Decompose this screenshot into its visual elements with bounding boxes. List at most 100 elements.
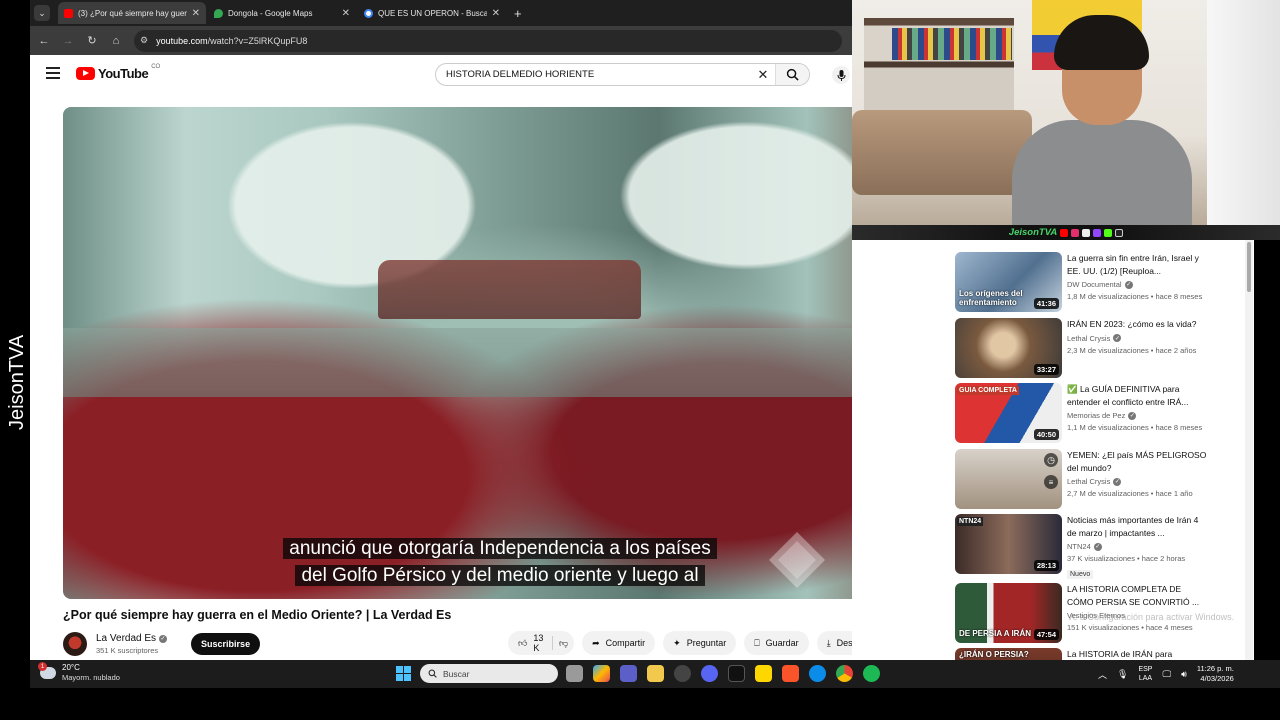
tab-title: QUE ES UN OPERON - Buscar con: [378, 8, 487, 18]
recommendation-channel-row: Memorias de Pez ✓: [1067, 411, 1207, 420]
spotify-icon[interactable]: [863, 665, 880, 682]
like-count[interactable]: 13 K: [533, 633, 546, 653]
recommendation-channel-row: Lethal Crysis ✓: [1067, 477, 1207, 486]
ask-button[interactable]: ✦ Preguntar: [663, 631, 737, 655]
recommendation-item[interactable]: 33:27 IRÁN EN 2023: ¿cómo es la vida? Le…: [955, 318, 1245, 378]
recommendation-item[interactable]: NTN24 28:13 Noticias más importantes de …: [955, 514, 1245, 579]
copilot-icon[interactable]: [593, 665, 610, 682]
tab-search-icon[interactable]: ⌄: [34, 5, 50, 21]
clear-search-icon[interactable]: ✕: [751, 67, 775, 83]
volume-icon[interactable]: 🔊︎: [1181, 669, 1187, 680]
new-tab-icon[interactable]: +: [514, 6, 522, 21]
video-player[interactable]: anunció que otorgaría Independencia a lo…: [63, 107, 852, 599]
microphone-icon[interactable]: 🎙︎: [1117, 669, 1128, 680]
recommendation-channel[interactable]: Lethal Crysis: [1067, 477, 1110, 486]
recommendation-info: Noticias más importantes de Irán 4 de ma…: [1067, 514, 1207, 579]
clock[interactable]: 11:26 p. m. 4/03/2026: [1197, 664, 1234, 684]
recommendation-title[interactable]: LA HISTORIA COMPLETA DE CÓMO PERSIA SE C…: [1067, 583, 1207, 608]
youtube-logo[interactable]: YouTube CO: [76, 64, 160, 81]
snipping-tool-icon[interactable]: [674, 665, 691, 682]
save-button[interactable]: ⎕ Guardar: [744, 631, 809, 655]
network-icon[interactable]: 🖵︎: [1162, 669, 1171, 680]
close-tab-icon[interactable]: ✕: [492, 8, 500, 19]
teams-icon[interactable]: [620, 665, 637, 682]
close-tab-icon[interactable]: ✕: [192, 8, 200, 19]
tab-google-maps[interactable]: Dongola - Google Maps ✕: [208, 2, 356, 24]
recommendation-thumbnail[interactable]: 33:27: [955, 318, 1062, 378]
thumbnail-overlay-text: NTN24: [957, 517, 984, 526]
thumbnail-overlay-text: GUIA COMPLETA: [957, 386, 1019, 395]
date: 4/03/2026: [1200, 674, 1234, 683]
video-frame-street: [63, 328, 852, 398]
recommendation-thumbnail[interactable]: ◷ ≡: [955, 449, 1062, 509]
taskbar-search[interactable]: Buscar: [420, 664, 558, 683]
recommendation-channel[interactable]: Memorias de Pez: [1067, 411, 1125, 420]
microphone-icon: [837, 69, 845, 81]
streamer-name: JeisonTVA: [1008, 227, 1058, 238]
close-tab-icon[interactable]: ✕: [342, 8, 350, 19]
weather-widget[interactable]: 1 20°C Mayorm. nublado: [38, 662, 120, 683]
tab-google-search[interactable]: QUE ES UN OPERON - Buscar con ✕: [358, 2, 506, 24]
cloud-icon: 1: [38, 662, 56, 679]
back-icon[interactable]: ←: [38, 35, 50, 47]
recommendation-title[interactable]: YEMEN: ¿El país MÁS PELIGROSO del mundo?: [1067, 449, 1207, 474]
chrome-icon[interactable]: [836, 665, 853, 682]
recommendation-title[interactable]: La guerra sin fin entre Irán, Israel y E…: [1067, 252, 1207, 277]
brave-icon[interactable]: [782, 665, 799, 682]
address-bar[interactable]: ⚙ youtube.com/watch?v=Z5lRKQupFU8: [134, 29, 842, 52]
discord-icon[interactable]: [701, 665, 718, 682]
recommendation-item[interactable]: ◷ ≡ YEMEN: ¿El país MÁS PELIGROSO del mu…: [955, 449, 1245, 509]
start-button[interactable]: [396, 666, 411, 681]
recommendation-item[interactable]: ¿IRÁN O PERSIA? La HISTORIA de IRÁN para: [955, 648, 1245, 660]
recommendation-title[interactable]: IRÁN EN 2023: ¿cómo es la vida?: [1067, 318, 1207, 331]
channel-watermark-logo: [769, 532, 825, 588]
recommendation-channel[interactable]: NTN24: [1067, 542, 1091, 551]
add-to-queue-icon[interactable]: ≡: [1044, 475, 1058, 489]
site-info-icon[interactable]: ⚙: [140, 35, 148, 46]
like-icon[interactable]: 👍︎: [518, 638, 527, 649]
recommendation-thumbnail[interactable]: Los orígenes del enfrentamiento 41:36: [955, 252, 1062, 312]
watch-later-icon[interactable]: ◷: [1044, 453, 1058, 467]
dislike-icon[interactable]: 👎︎: [559, 638, 568, 649]
show-hidden-icons[interactable]: ︿: [1098, 668, 1107, 681]
language-indicator[interactable]: ESP LAA: [1138, 665, 1152, 683]
channel-name[interactable]: La Verdad Es: [96, 633, 156, 644]
recommendation-title[interactable]: Noticias más importantes de Irán 4 de ma…: [1067, 514, 1207, 539]
webcam-books: [892, 28, 1012, 60]
recommendation-thumbnail[interactable]: DE PERSIA A IRÁN 47:54: [955, 583, 1062, 643]
home-icon[interactable]: ⌂: [110, 35, 122, 47]
reload-icon[interactable]: ↻: [86, 34, 98, 47]
recommendation-thumbnail[interactable]: ¿IRÁN O PERSIA?: [955, 648, 1062, 660]
recommendation-thumbnail[interactable]: GUIA COMPLETA 40:50: [955, 383, 1062, 443]
voice-search-button[interactable]: [832, 66, 850, 84]
recommendation-channel[interactable]: Lethal Crysis: [1067, 334, 1110, 343]
task-view-icon[interactable]: [566, 665, 583, 682]
recommendation-item[interactable]: Los orígenes del enfrentamiento 41:36 La…: [955, 252, 1245, 312]
video-actions: 👍︎ 13 K 👎︎ ➦ Compartir ✦ Preguntar ⎕ Gua…: [508, 631, 852, 655]
tiktok-icon[interactable]: [728, 665, 745, 682]
download-button[interactable]: ⤓ Descargar: [816, 631, 852, 655]
letterbox-bottom: [0, 688, 1280, 720]
recommendation-thumbnail[interactable]: NTN24 28:13: [955, 514, 1062, 574]
search-input[interactable]: HISTORIA DELMEDIO HORIENTE: [436, 69, 751, 80]
recommendation-channel[interactable]: DW Documental: [1067, 280, 1122, 289]
scrollbar-thumb[interactable]: [1247, 242, 1251, 292]
tab-youtube[interactable]: (3) ¿Por qué siempre hay guerra ✕: [58, 2, 206, 24]
menu-icon[interactable]: [46, 67, 60, 79]
subscribe-button[interactable]: Suscribirse: [191, 633, 261, 655]
channel-avatar[interactable]: [63, 632, 87, 656]
recommendation-title[interactable]: La HISTORIA de IRÁN para: [1067, 648, 1207, 660]
search-button[interactable]: [775, 64, 809, 85]
edge-icon[interactable]: [809, 665, 826, 682]
app-icon[interactable]: [755, 665, 772, 682]
share-button[interactable]: ➦ Compartir: [582, 631, 656, 655]
recommendation-title[interactable]: ✅ La GUÍA DEFINITIVA para entender el co…: [1067, 383, 1207, 408]
recommendation-item[interactable]: GUIA COMPLETA 40:50 ✅ La GUÍA DEFINITIVA…: [955, 383, 1245, 443]
forward-icon[interactable]: →: [62, 35, 74, 47]
share-label: Compartir: [605, 638, 646, 648]
sidebar-scrollbar[interactable]: [1245, 240, 1253, 660]
file-explorer-icon[interactable]: [647, 665, 664, 682]
channel-name-row[interactable]: La Verdad Es ✓: [96, 633, 168, 644]
webcam-door: [1207, 0, 1280, 225]
browser-toolbar: ← → ↻ ⌂ ⚙ youtube.com/watch?v=Z5lRKQupFU…: [30, 26, 852, 55]
